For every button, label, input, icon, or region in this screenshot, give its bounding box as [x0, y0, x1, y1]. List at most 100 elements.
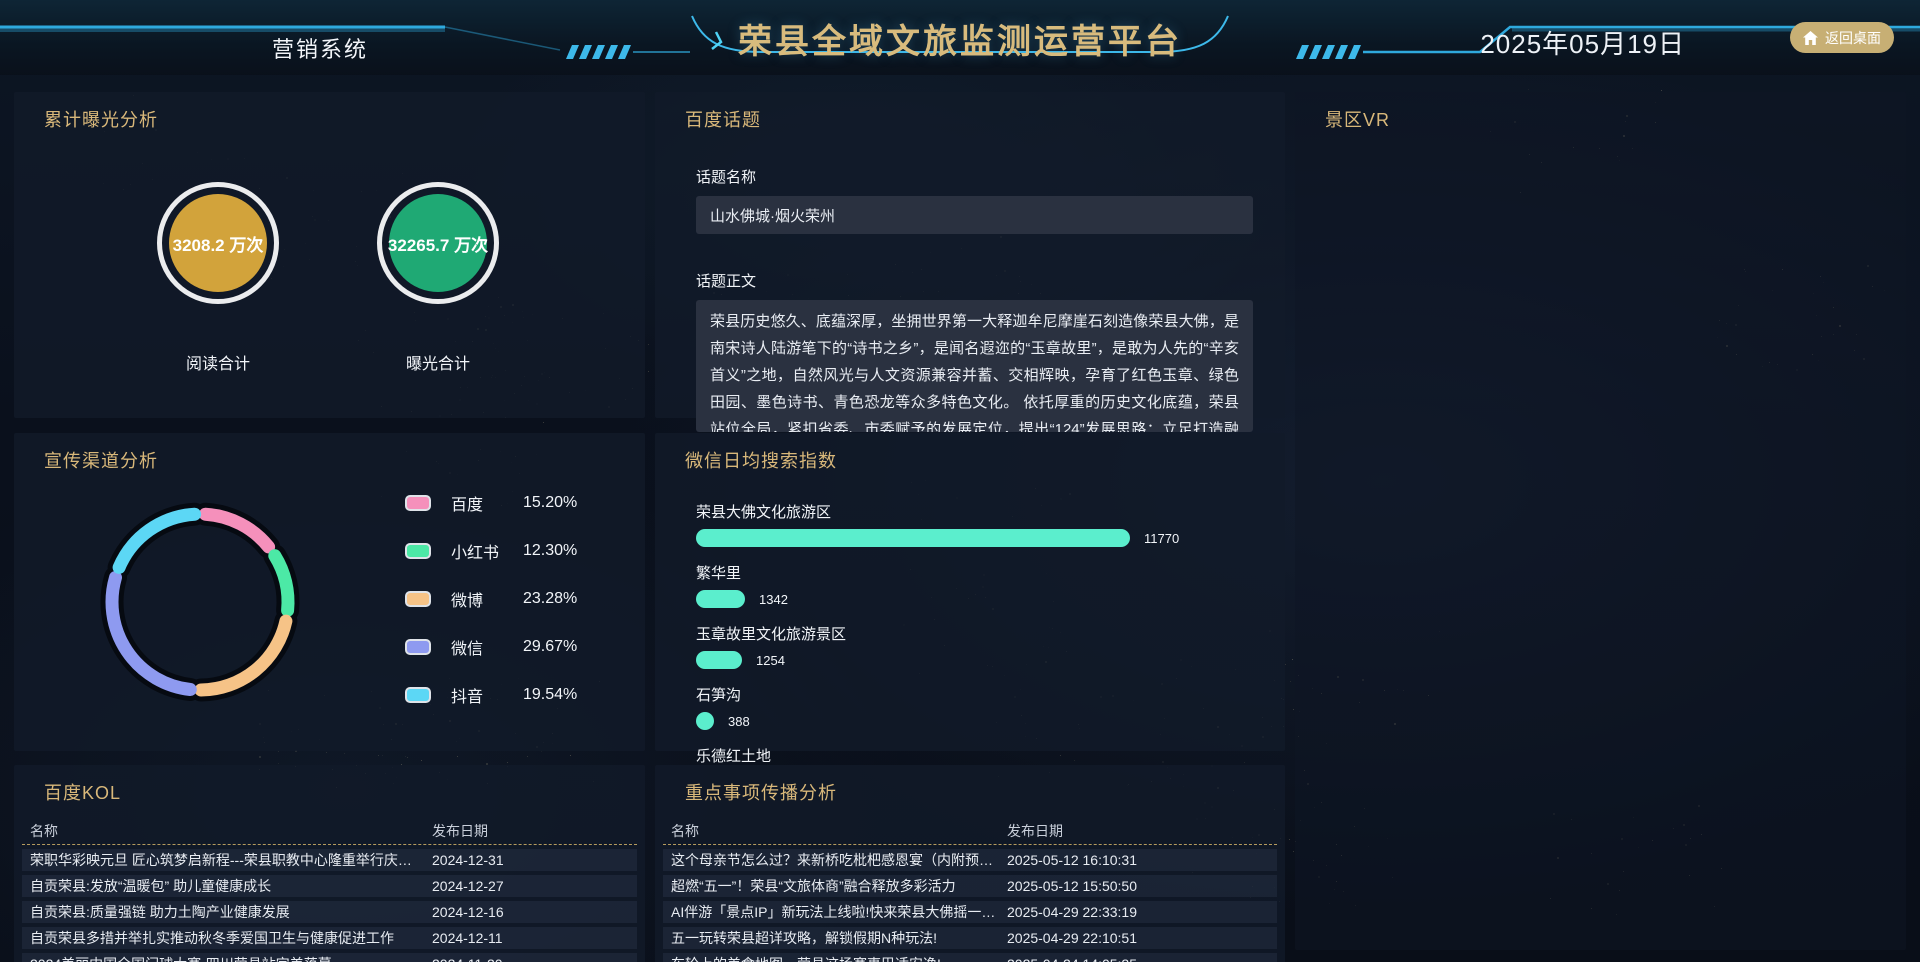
page-title: 荣县全域文旅监测运营平台: [738, 14, 1182, 63]
table-row[interactable]: 2024美丽中国全国门球大赛·四川荣县站完美落幕 2024-11-20: [22, 953, 637, 962]
bar-category-label: 乐德红土地: [696, 745, 1253, 766]
legend-label: 抖音: [451, 683, 523, 707]
legend-value: 23.28%: [523, 590, 577, 608]
legend-swatch: [405, 543, 431, 559]
row-name: 自贡荣县:质量强链 助力土陶产业健康发展: [30, 902, 432, 922]
row-name: 自贡荣县:发放“温暖包” 助儿童健康成长: [30, 876, 432, 896]
legend-item-1[interactable]: 小红书 12.30%: [405, 541, 577, 561]
row-name: 车轮上的美食地图，荣县这场赛事巴适安逸!: [671, 954, 1007, 962]
bar-item-4: 乐德红土地: [696, 745, 1253, 766]
row-date: 2025-04-29 22:10:51: [1007, 930, 1269, 946]
row-date: 2024-11-20: [432, 956, 629, 962]
column-header-date: 发布日期: [1007, 821, 1269, 841]
panel-wechat-search-index: 微信日均搜索指数 荣县大佛文化旅游区 11770 繁华里 1342 玉章故里文化…: [655, 433, 1285, 751]
column-header-name: 名称: [30, 821, 432, 841]
row-date: 2024-12-11: [432, 930, 629, 946]
table-row[interactable]: 自贡荣县:质量强链 助力土陶产业健康发展 2024-12-16: [22, 901, 637, 923]
legend-item-2[interactable]: 微博 23.28%: [405, 589, 577, 609]
row-date: 2025-05-12 16:10:31: [1007, 852, 1269, 868]
panel-baidu-kol: 百度KOL 名称 发布日期 荣职华彩映元旦 匠心筑梦启新程---荣县职教中心隆重…: [14, 765, 645, 962]
topic-name-input[interactable]: [696, 196, 1253, 234]
bar-0: [696, 529, 1130, 547]
legend-label: 微信: [451, 635, 523, 659]
stat-ring: 32265.7 万次: [377, 182, 499, 304]
stat-value-exposure: 32265.7 万次: [389, 194, 487, 292]
row-date: 2024-12-31: [432, 852, 629, 868]
panel-title-baidu-kol: 百度KOL: [44, 779, 645, 805]
table-row[interactable]: 超燃“五一”！荣县“文旅体商”融合释放多彩活力 2025-05-12 15:50…: [663, 875, 1277, 897]
panel-cumulative-exposure: 累计曝光分析 3208.2 万次 阅读合计 32265.7 万次 曝光合计: [14, 92, 645, 418]
bar-3: [696, 712, 714, 730]
table-row[interactable]: AI伴游「景点IP」新玩法上线啦!快来荣县大佛摇一摇解锁隐藏活动，... 202…: [663, 901, 1277, 923]
key-events-table: 名称 发布日期 这个母亲节怎么过？来新桥吃枇杷感恩宴（内附预定二维码） 2025…: [663, 821, 1277, 962]
bar-item-1: 繁华里 1342: [696, 562, 1253, 608]
bar-2: [696, 651, 742, 669]
panel-scenic-vr: 景区VR: [1295, 92, 1906, 950]
bar-item-3: 石笋沟 388: [696, 684, 1253, 730]
channel-donut-chart: [85, 487, 315, 717]
bar-value: 388: [728, 714, 750, 729]
legend-value: 19.54%: [523, 686, 577, 704]
legend-value: 29.67%: [523, 638, 577, 656]
topic-name-label: 话题名称: [696, 166, 1285, 187]
legend-value: 15.20%: [523, 494, 577, 512]
row-date: 2025-05-12 15:50:50: [1007, 878, 1269, 894]
back-to-desktop-label: 返回桌面: [1825, 28, 1881, 48]
topic-body-textarea[interactable]: 荣县历史悠久、底蕴深厚，坐拥世界第一大释迦牟尼摩崖石刻造像荣县大佛，是南宋诗人陆…: [696, 300, 1253, 432]
wechat-bar-list: 荣县大佛文化旅游区 11770 繁华里 1342 玉章故里文化旅游景区 1254…: [696, 501, 1253, 766]
bar-category-label: 荣县大佛文化旅游区: [696, 501, 1253, 522]
row-name: 荣职华彩映元旦 匠心筑梦启新程---荣县职教中心隆重举行庆元旦...: [30, 850, 432, 870]
legend-item-3[interactable]: 微信 29.67%: [405, 637, 577, 657]
panel-title-baidu-topic: 百度话题: [685, 106, 1285, 132]
bar-1: [696, 590, 745, 608]
header-bar: 营销系统 荣县全域文旅监测运营平台 2025年05月19日 返回桌面: [0, 0, 1920, 75]
back-to-desktop-button[interactable]: 返回桌面: [1790, 22, 1894, 53]
system-switch-marketing[interactable]: 营销系统: [272, 32, 368, 64]
bar-value: 11770: [1144, 531, 1179, 546]
panel-baidu-topic: 百度话题 话题名称 话题正文 荣县历史悠久、底蕴深厚，坐拥世界第一大释迦牟尼摩崖…: [655, 92, 1285, 418]
topic-body-label: 话题正文: [696, 270, 1285, 291]
row-name: 超燃“五一”！荣县“文旅体商”融合释放多彩活力: [671, 876, 1007, 896]
bar-category-label: 玉章故里文化旅游景区: [696, 623, 1253, 644]
table-row[interactable]: 五一玩转荣县超详攻略，解锁假期N种玩法! 2025-04-29 22:10:51: [663, 927, 1277, 949]
row-date: 2024-12-27: [432, 878, 629, 894]
stat-read-total: 3208.2 万次 阅读合计: [138, 182, 298, 374]
legend-label: 小红书: [451, 539, 523, 563]
legend-item-0[interactable]: 百度 15.20%: [405, 493, 577, 513]
panel-title-key-events: 重点事项传播分析: [685, 779, 1285, 805]
row-name: 2024美丽中国全国门球大赛·四川荣县站完美落幕: [30, 954, 432, 962]
panel-channel-analysis: 宣传渠道分析 百度 15.20% 小红书 12.30% 微博 23.28% 微信…: [14, 433, 645, 751]
table-row[interactable]: 自贡荣县:发放“温暖包” 助儿童健康成长 2024-12-27: [22, 875, 637, 897]
baidu-kol-table: 名称 发布日期 荣职华彩映元旦 匠心筑梦启新程---荣县职教中心隆重举行庆元旦.…: [22, 821, 637, 962]
table-header: 名称 发布日期: [663, 821, 1277, 845]
table-row[interactable]: 荣职华彩映元旦 匠心筑梦启新程---荣县职教中心隆重举行庆元旦... 2024-…: [22, 849, 637, 871]
panel-title-exposure: 累计曝光分析: [44, 106, 645, 132]
legend-value: 12.30%: [523, 542, 577, 560]
table-row[interactable]: 这个母亲节怎么过？来新桥吃枇杷感恩宴（内附预定二维码） 2025-05-12 1…: [663, 849, 1277, 871]
bar-item-2: 玉章故里文化旅游景区 1254: [696, 623, 1253, 669]
bar-item-0: 荣县大佛文化旅游区 11770: [696, 501, 1253, 547]
header-date: 2025年05月19日: [1480, 24, 1685, 61]
bar-value: 1254: [756, 653, 785, 668]
legend-item-4[interactable]: 抖音 19.54%: [405, 685, 577, 705]
stat-value-read: 3208.2 万次: [169, 194, 267, 292]
panel-title-wechat-index: 微信日均搜索指数: [685, 447, 1285, 473]
row-date: 2025-04-29 22:33:19: [1007, 904, 1269, 920]
row-date: 2024-12-16: [432, 904, 629, 920]
table-row[interactable]: 车轮上的美食地图，荣县这场赛事巴适安逸! 2025-04-24 14:05:25: [663, 953, 1277, 962]
stat-label-exposure: 曝光合计: [406, 350, 470, 374]
table-row[interactable]: 自贡荣县多措并举扎实推动秋冬季爱国卫生与健康促进工作 2024-12-11: [22, 927, 637, 949]
panel-title-scenic-vr: 景区VR: [1325, 106, 1906, 132]
legend-swatch: [405, 495, 431, 511]
home-icon: [1803, 31, 1818, 45]
legend-swatch: [405, 639, 431, 655]
baidu-kol-rows: 荣职华彩映元旦 匠心筑梦启新程---荣县职教中心隆重举行庆元旦... 2024-…: [22, 849, 637, 962]
key-events-rows: 这个母亲节怎么过？来新桥吃枇杷感恩宴（内附预定二维码） 2025-05-12 1…: [663, 849, 1277, 962]
bar-category-label: 繁华里: [696, 562, 1253, 583]
table-header: 名称 发布日期: [22, 821, 637, 845]
row-name: 五一玩转荣县超详攻略，解锁假期N种玩法!: [671, 928, 1007, 948]
row-date: 2025-04-24 14:05:25: [1007, 956, 1269, 962]
column-header-name: 名称: [671, 821, 1007, 841]
row-name: 自贡荣县多措并举扎实推动秋冬季爱国卫生与健康促进工作: [30, 928, 432, 948]
column-header-date: 发布日期: [432, 821, 629, 841]
